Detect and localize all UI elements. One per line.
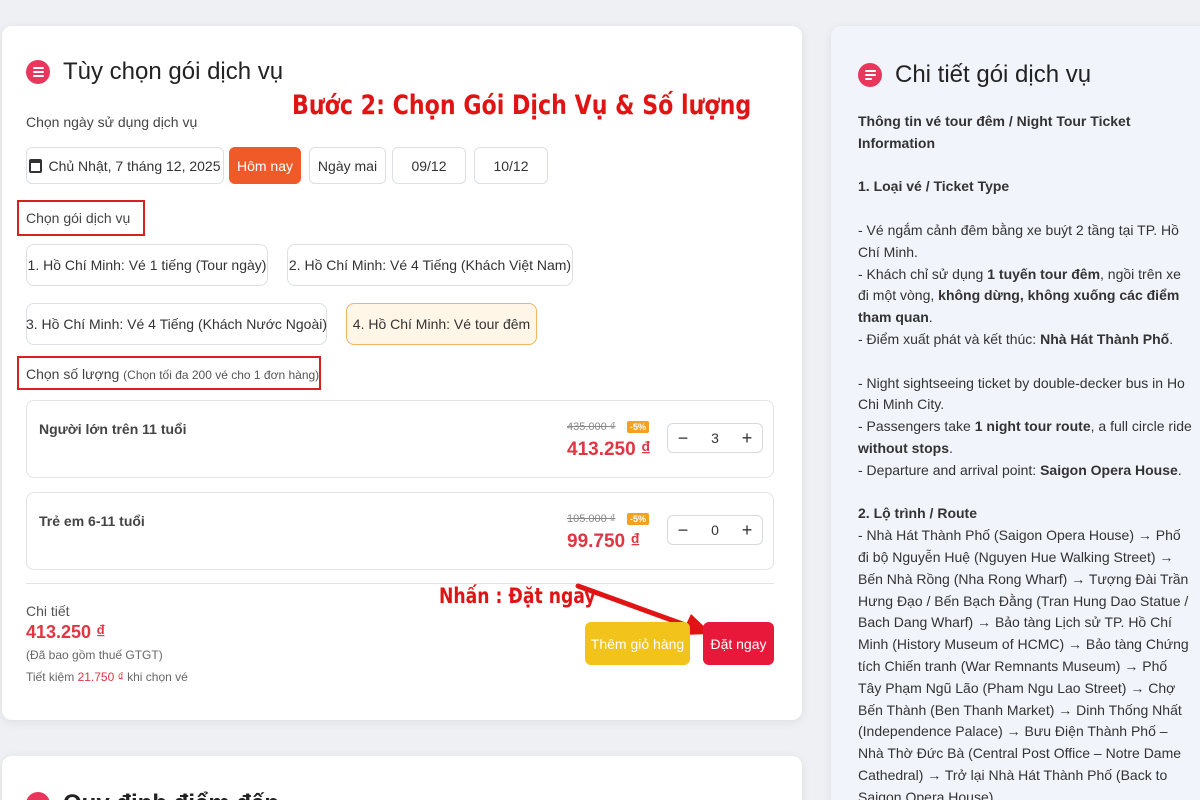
summary-label: Chi tiết	[26, 603, 70, 619]
date-picker-button[interactable]: Chủ Nhật, 7 tháng 12, 2025	[26, 147, 224, 184]
detail-line: - Night sightseeing ticket by double-dec…	[858, 374, 1185, 413]
date-chip-1012[interactable]: 10/12	[474, 147, 548, 184]
quantity-value[interactable]: 3	[711, 430, 719, 446]
ticket-name: Trẻ em 6-11 tuổi	[39, 513, 145, 529]
quantity-value[interactable]: 0	[711, 522, 719, 538]
tax-note: (Đã bao gồm thuế GTGT)	[26, 648, 163, 662]
document-icon	[858, 63, 882, 87]
plus-button[interactable]: +	[738, 521, 756, 539]
minus-button[interactable]: −	[674, 429, 692, 447]
details-intro: Thông tin vé tour đêm / Night Tour Ticke…	[858, 113, 1131, 151]
service-options-title: Tùy chọn gói dịch vụ	[63, 58, 284, 85]
ticket-price: 99.750 ₫	[567, 531, 641, 552]
ticket-row-child: Trẻ em 6-11 tuổi 105.000 ₫ -5% 99.750 ₫ …	[26, 492, 774, 570]
date-tomorrow-chip[interactable]: Ngày mai	[309, 147, 386, 184]
date-today-chip[interactable]: Hôm nay	[229, 147, 301, 184]
quantity-stepper[interactable]: − 3 +	[667, 423, 763, 453]
package-option-3[interactable]: 3. Hồ Chí Minh: Vé 4 Tiếng (Khách Nước N…	[26, 303, 327, 345]
savings-amount: 21.750 ₫	[77, 670, 124, 684]
route-description: - Nhà Hát Thành Phố (Saigon Opera House)…	[858, 527, 1189, 800]
detail-line: - Điểm xuất phát và kết thúc: Nhà Hát Th…	[858, 330, 1174, 347]
savings-suffix: khi chọn vé	[127, 670, 188, 684]
ticket-name: Người lớn trên 11 tuổi	[39, 421, 187, 437]
ticket-row-adult: Người lớn trên 11 tuổi 435.000 ₫ -5% 413…	[26, 400, 774, 478]
add-to-cart-button[interactable]: Thêm giỏ hàng	[585, 622, 690, 665]
discount-badge: -5%	[627, 421, 650, 433]
destination-rules-title: Quy định điểm đến	[63, 790, 279, 800]
savings-note: Tiết kiệm 21.750 ₫ khi chọn vé	[26, 670, 188, 684]
minus-button[interactable]: −	[674, 521, 692, 539]
service-options-header: Tùy chọn gói dịch vụ	[26, 58, 283, 86]
ticket-old-price: 105.000 ₫	[567, 513, 616, 525]
discount-badge: -5%	[627, 513, 650, 525]
book-now-button[interactable]: Đặt ngay	[703, 622, 774, 665]
detail-line: - Departure and arrival point: Saigon Op…	[858, 461, 1182, 478]
quantity-stepper[interactable]: − 0 +	[667, 515, 763, 545]
plus-button[interactable]: +	[738, 429, 756, 447]
package-option-1[interactable]: 1. Hồ Chí Minh: Vé 1 tiếng (Tour ngày)	[26, 244, 268, 286]
summary-total: 413.250 ₫	[26, 622, 106, 642]
detail-line: - Vé ngắm cảnh đêm bằng xe buýt 2 tầng t…	[858, 221, 1179, 260]
package-details-body: Thông tin vé tour đêm / Night Tour Ticke…	[858, 111, 1193, 800]
quantity-label-text: Chọn số lượng	[26, 366, 120, 382]
quantity-label: Chọn số lượng (Chọn tối đa 200 vé cho 1 …	[26, 366, 319, 382]
package-label: Chọn gói dịch vụ	[26, 210, 131, 226]
ticket-type-heading: 1. Loại vé / Ticket Type	[858, 178, 1010, 195]
package-option-2[interactable]: 2. Hồ Chí Minh: Vé 4 Tiếng (Khách Việt N…	[287, 244, 573, 286]
list-icon	[26, 60, 50, 84]
package-details-header: Chi tiết gói dịch vụ	[858, 61, 1091, 89]
detail-line: - Passengers take 1 night tour route, a …	[858, 418, 1192, 456]
detail-line: - Khách chỉ sử dụng 1 tuyến tour đêm, ng…	[858, 265, 1181, 326]
package-details-card: Chi tiết gói dịch vụ Thông tin vé tour đ…	[831, 26, 1200, 800]
date-chip-0912[interactable]: 09/12	[392, 147, 466, 184]
route-heading: 2. Lộ trình / Route	[858, 505, 977, 522]
quantity-hint: (Chọn tối đa 200 vé cho 1 đơn hàng)	[123, 368, 320, 382]
package-details-title: Chi tiết gói dịch vụ	[895, 61, 1092, 88]
ticket-price: 413.250 ₫	[567, 439, 651, 460]
destination-rules-header: Quy định điểm đến	[26, 790, 279, 800]
savings-prefix: Tiết kiệm	[26, 670, 75, 684]
date-label: Chọn ngày sử dụng dịch vụ	[26, 114, 198, 130]
selected-date: Chủ Nhật, 7 tháng 12, 2025	[48, 157, 221, 174]
step-annotation: Bước 2: Chọn Gói Dịch Vụ & Số lượng	[292, 90, 752, 121]
ticket-old-price: 435.000 ₫	[567, 421, 616, 433]
rules-icon	[26, 792, 50, 800]
calendar-icon	[29, 158, 43, 173]
package-option-4[interactable]: 4. Hồ Chí Minh: Vé tour đêm	[346, 303, 537, 345]
